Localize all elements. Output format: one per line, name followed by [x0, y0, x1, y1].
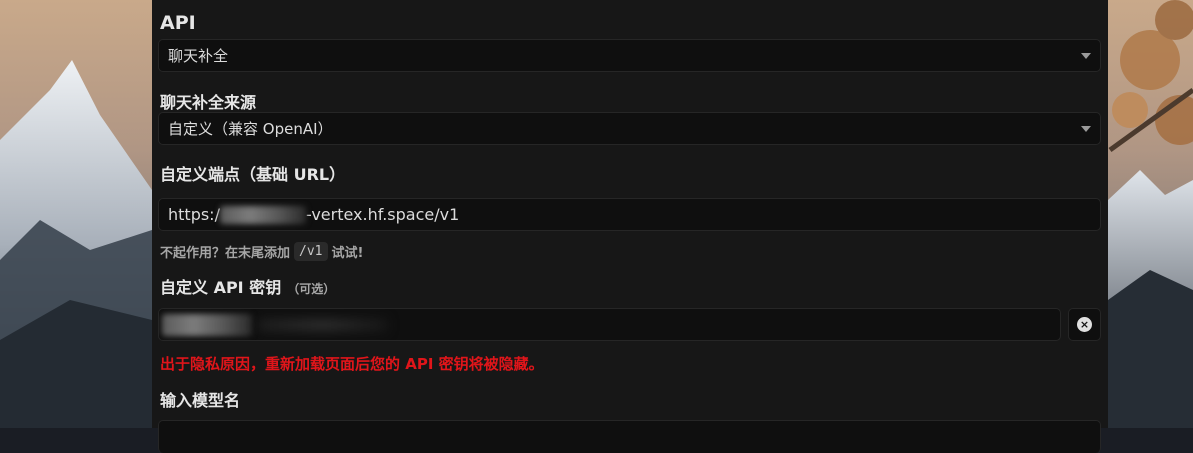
optional-tag: （可选） — [287, 282, 336, 296]
api-key-label-text: 自定义 API 密钥 — [160, 278, 282, 297]
source-label: 聊天补全来源 — [160, 93, 257, 112]
endpoint-value-suffix: -vertex.hf.space/v1 — [305, 205, 460, 224]
api-key-input[interactable] — [158, 308, 1061, 341]
chevron-down-icon — [1081, 53, 1091, 59]
endpoint-hint: 不起作用？在末尾添加 /v1 试试! — [160, 242, 363, 261]
redacted-text — [258, 317, 388, 332]
redacted-text — [219, 205, 306, 224]
hint-code: /v1 — [294, 242, 328, 261]
endpoint-input[interactable]: https:/ -vertex.hf.space/v1 — [158, 198, 1101, 231]
hint-text-end: 试试! — [331, 246, 364, 261]
redacted-text — [162, 313, 252, 336]
source-select[interactable]: 自定义（兼容 OpenAI） — [158, 112, 1101, 145]
source-selected-value: 自定义（兼容 OpenAI） — [168, 120, 333, 138]
api-select[interactable]: 聊天补全 — [158, 39, 1101, 72]
chevron-down-icon — [1081, 126, 1091, 132]
api-key-label: 自定义 API 密钥 （可选） — [160, 274, 335, 298]
privacy-warning: 出于隐私原因，重新加载页面后您的 API 密钥将被隐藏。 — [160, 355, 544, 373]
api-label: API — [160, 12, 196, 34]
endpoint-label: 自定义端点（基础 URL） — [160, 165, 346, 184]
api-selected-value: 聊天补全 — [168, 47, 229, 65]
endpoint-value-prefix: https:/ — [168, 205, 220, 224]
clear-key-button[interactable]: × — [1068, 308, 1101, 341]
settings-panel: API 聊天补全 聊天补全来源 自定义（兼容 OpenAI） 自定义端点（基础 … — [152, 0, 1108, 453]
model-label: 输入模型名 — [160, 391, 241, 410]
model-input[interactable] — [158, 420, 1101, 453]
close-icon: × — [1077, 317, 1092, 332]
hint-text: 不起作用？在末尾添加 — [160, 246, 291, 261]
